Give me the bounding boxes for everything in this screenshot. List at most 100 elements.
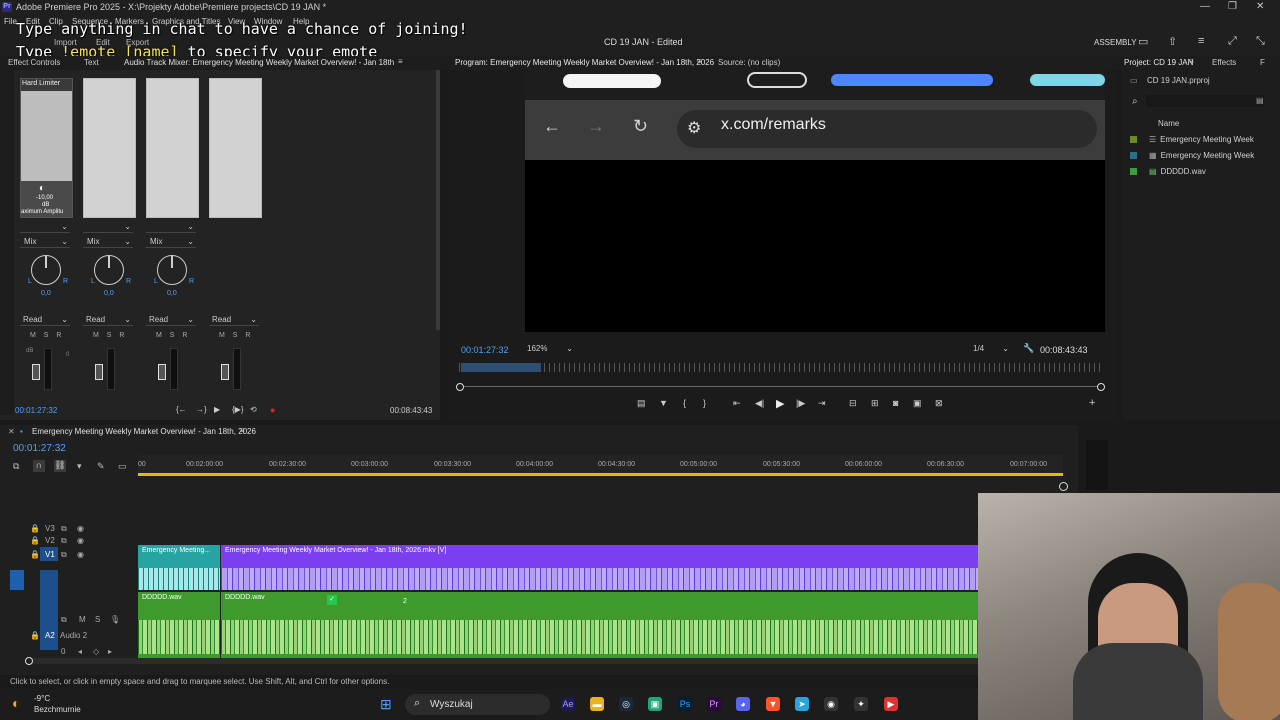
automation-dropdown-2[interactable]: Read ⌄: [83, 315, 133, 326]
zoom-handle-left[interactable]: [456, 383, 464, 391]
go-to-in-icon[interactable]: {←: [176, 405, 187, 414]
after-effects-icon[interactable]: Ae: [561, 697, 575, 711]
timeline-zoom-handle[interactable]: [1059, 482, 1068, 491]
weather-temp[interactable]: -9°C: [34, 694, 50, 703]
effect-slot-4[interactable]: [209, 78, 262, 218]
menu-lines-icon[interactable]: ≡: [1198, 35, 1204, 47]
lift-clip-icon[interactable]: ⊟: [849, 398, 857, 409]
effect-badge-icon[interactable]: ✓: [327, 595, 337, 605]
program-time-ruler[interactable]: [459, 363, 1103, 372]
file-explorer-icon[interactable]: ▬: [590, 697, 604, 711]
program-menu-icon[interactable]: ≡: [697, 57, 702, 71]
new-bin-icon[interactable]: ▤: [1256, 96, 1264, 105]
audio-clip-first[interactable]: DDDDD.wav: [138, 592, 220, 658]
automation-dropdown-4[interactable]: Read ⌄: [209, 315, 259, 326]
mark-in-icon[interactable]: {: [683, 398, 686, 408]
lock-icon[interactable]: 🔒: [30, 524, 40, 533]
add-keyframe-icon[interactable]: ◇: [93, 647, 99, 656]
safe-margins-icon[interactable]: ⊠: [935, 398, 943, 409]
eye-icon[interactable]: ◉: [77, 550, 84, 559]
sync-icon[interactable]: ⧉: [61, 524, 67, 534]
send-dropdown-3[interactable]: ⌄: [146, 222, 196, 233]
solo-button[interactable]: S: [107, 332, 112, 339]
eye-icon[interactable]: ◉: [77, 524, 84, 533]
program-video-frame[interactable]: ← → ↻ ⚙ x.com/remarks: [525, 70, 1105, 332]
work-area-bar[interactable]: [138, 473, 1063, 476]
next-keyframe-icon[interactable]: ▸: [108, 647, 112, 656]
send-dropdown-1[interactable]: ⌄: [20, 222, 70, 233]
go-to-in-icon[interactable]: ⇤: [733, 398, 741, 409]
lock-icon[interactable]: 🔒: [30, 536, 40, 545]
expand-icon[interactable]: ⤡: [1256, 35, 1265, 48]
pan-value-1[interactable]: 0,0: [41, 290, 51, 297]
mix-dropdown-3[interactable]: Mix ⌄: [146, 237, 196, 248]
volume-fader-2[interactable]: [95, 364, 103, 380]
pan-value-3[interactable]: 0,0: [167, 290, 177, 297]
weather-desc[interactable]: Bezchmurnie: [34, 705, 81, 714]
record-icon[interactable]: ●: [270, 405, 275, 415]
automation-dropdown-3[interactable]: Read ⌄: [146, 315, 196, 326]
v1-clip-first[interactable]: Emergency Meeting...: [138, 545, 220, 590]
taskbar-search-box[interactable]: ⌕ Wyszukaj: [405, 694, 550, 715]
pan-knob-3[interactable]: [157, 255, 187, 285]
record-button[interactable]: R: [182, 332, 187, 339]
premiere-icon[interactable]: Pr: [707, 697, 721, 711]
solo-button[interactable]: S: [95, 615, 100, 624]
compare-icon[interactable]: ▣: [913, 398, 922, 409]
project-item-1[interactable]: ☰ Emergency Meeting Week: [1130, 135, 1254, 144]
project-search-input[interactable]: [1146, 95, 1264, 107]
effect-slot-3[interactable]: [146, 78, 199, 218]
sequence-tab[interactable]: Emergency Meeting Weekly Market Overview…: [32, 427, 256, 436]
mute-button[interactable]: M: [219, 332, 225, 339]
restore-icon[interactable]: ❐: [1228, 1, 1237, 12]
volume-fader-4[interactable]: [221, 364, 229, 380]
obs-icon[interactable]: ◉: [824, 697, 838, 711]
project-item-3[interactable]: ▤ DDDDD.wav: [1130, 167, 1206, 176]
mix-dropdown-1[interactable]: Mix ⌄: [20, 237, 70, 248]
send-dropdown-2[interactable]: ⌄: [83, 222, 133, 233]
prev-keyframe-icon[interactable]: ◂: [78, 647, 82, 656]
msr-row-4[interactable]: M S R: [219, 332, 250, 339]
telegram-icon[interactable]: ➤: [795, 697, 809, 711]
timeline-timecode[interactable]: 00:01:27:32: [13, 443, 66, 454]
mixer-timecode[interactable]: 00:01:27:32: [15, 406, 57, 415]
insert-sequence-icon[interactable]: ⧉: [13, 461, 19, 472]
wrench-icon[interactable]: ✎: [97, 461, 105, 472]
effect-slot-2[interactable]: [83, 78, 136, 218]
msr-row-1[interactable]: M S R: [30, 332, 61, 339]
discord-icon[interactable]: ◕: [736, 697, 750, 711]
app-icon[interactable]: ✦: [854, 697, 868, 711]
pan-value-2[interactable]: 0,0: [104, 290, 114, 297]
solo-button[interactable]: S: [170, 332, 175, 339]
mute-button[interactable]: M: [30, 332, 36, 339]
play-icon[interactable]: ▶: [214, 405, 220, 414]
scrollbar-handle-left[interactable]: [25, 657, 33, 665]
add-marker-icon[interactable]: ▾: [77, 461, 82, 472]
effect-knob-icon[interactable]: ◐: [39, 183, 45, 194]
play-icon[interactable]: ▶: [776, 397, 784, 410]
pan-knob-2[interactable]: [94, 255, 124, 285]
menu-file[interactable]: File: [4, 17, 17, 26]
timeline-ruler[interactable]: 00 00:02:00:00 00:02:30:00 00:03:00:00 0…: [138, 455, 1063, 473]
program-zoom-bar[interactable]: [459, 386, 1103, 387]
mark-out-icon[interactable]: }: [703, 398, 706, 408]
record-button[interactable]: R: [245, 332, 250, 339]
close-tab-icon[interactable]: ✕: [8, 427, 15, 436]
workspace-icon[interactable]: ▭: [1138, 35, 1148, 48]
go-to-out-icon[interactable]: ⇥: [818, 398, 826, 409]
sync-icon[interactable]: ⧉: [61, 536, 67, 546]
pan-knob-1[interactable]: [31, 255, 61, 285]
fullscreen-icon[interactable]: ⤢: [1228, 35, 1237, 48]
share-icon[interactable]: ⇧: [1168, 35, 1177, 48]
wrench-icon[interactable]: 🔧: [1023, 343, 1034, 354]
sync-icon[interactable]: ⧉: [61, 615, 67, 625]
record-button[interactable]: R: [119, 332, 124, 339]
program-timecode[interactable]: 00:01:27:32: [461, 345, 509, 355]
camera-icon[interactable]: ◙: [893, 398, 898, 408]
brave-icon[interactable]: ▼: [766, 697, 780, 711]
name-column-header[interactable]: Name: [1158, 119, 1179, 128]
weather-icon[interactable]: ◐: [12, 695, 20, 711]
sync-icon[interactable]: ⧉: [61, 550, 67, 560]
photoshop-icon[interactable]: Ps: [678, 697, 692, 711]
a1-source-patch[interactable]: [10, 570, 24, 590]
